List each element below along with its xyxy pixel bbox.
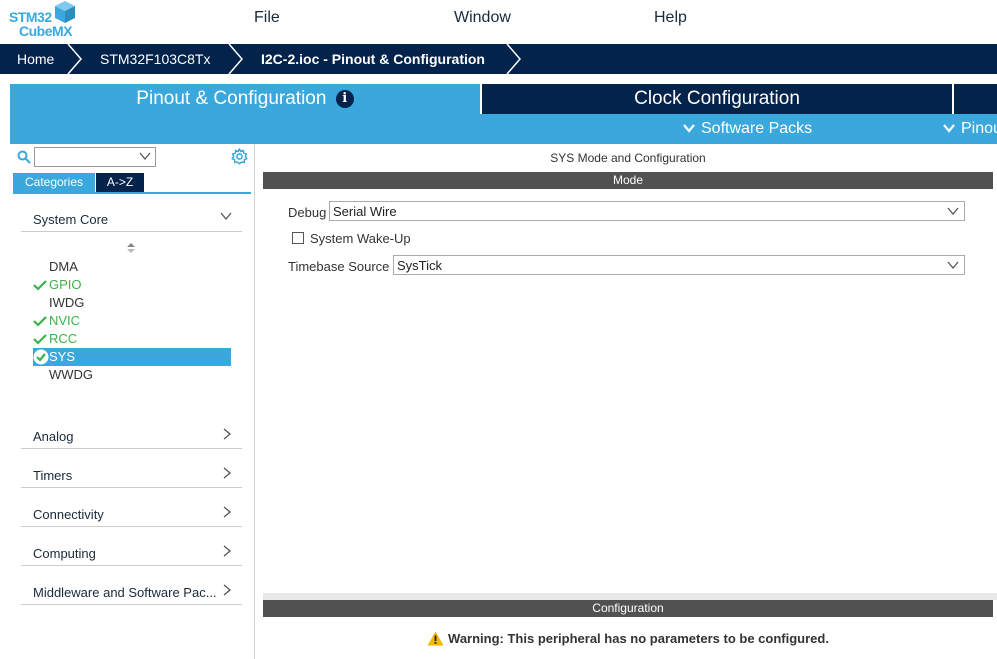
breadcrumb-separator-icon xyxy=(67,44,82,74)
debug-select[interactable]: Serial Wire xyxy=(329,201,965,221)
check-icon xyxy=(33,316,47,327)
warning-icon xyxy=(427,631,444,646)
tab-overflow[interactable] xyxy=(954,84,997,114)
cube-icon xyxy=(55,1,75,23)
check-icon xyxy=(33,334,47,345)
peripheral-item[interactable]: RCC xyxy=(33,330,231,348)
info-icon[interactable]: i xyxy=(335,90,354,108)
breadcrumb: Home STM32F103C8Tx I2C-2.ioc - Pinout & … xyxy=(0,44,997,74)
breadcrumb-separator-icon xyxy=(228,44,243,74)
panel-title: SYS Mode and Configuration xyxy=(550,151,706,165)
software-packs-label: Software Packs xyxy=(701,120,813,137)
category-item[interactable]: Analog xyxy=(21,421,242,449)
configuration-header: Configuration xyxy=(263,600,993,617)
category-label: Computing xyxy=(33,546,96,561)
menu-help[interactable]: Help xyxy=(654,9,687,27)
timebase-source-label: Timebase Source xyxy=(288,259,390,274)
peripheral-name: SYS xyxy=(49,349,76,364)
system-wakeup-checkbox[interactable] xyxy=(292,232,304,244)
logo-text-line2: CubeMX xyxy=(19,23,73,39)
menu-window[interactable]: Window xyxy=(454,9,511,27)
software-packs-menu[interactable]: Software Packs xyxy=(683,114,812,144)
category-label: Timers xyxy=(33,468,73,483)
search-input[interactable] xyxy=(34,147,156,167)
stm32cubemx-logo: STM32 CubeMX xyxy=(8,0,80,40)
category-label: Connectivity xyxy=(33,507,104,522)
splitter[interactable] xyxy=(263,593,997,600)
category-item[interactable]: Computing xyxy=(21,538,242,566)
peripheral-item[interactable]: DMA xyxy=(33,258,231,276)
tab-pinout-configuration[interactable]: Pinout & Configuration i xyxy=(10,84,480,114)
chevron-down-icon xyxy=(683,124,695,133)
mode-configuration-panel: SYS Mode and Configuration Mode Debug Se… xyxy=(263,144,997,659)
chevron-right-icon xyxy=(223,506,232,518)
breadcrumb-mcu[interactable]: STM32F103C8Tx xyxy=(100,44,210,74)
chevron-right-icon xyxy=(223,545,232,557)
warning-text: Warning: This peripheral has no paramete… xyxy=(448,631,829,646)
pinout-menu[interactable]: Pinout xyxy=(943,114,997,144)
tab-categories[interactable]: Categories xyxy=(13,173,95,192)
peripheral-item[interactable]: WWDG xyxy=(33,366,231,384)
category-label: Middleware and Software Pac... xyxy=(33,585,217,600)
category-label: System Core xyxy=(33,212,109,227)
category-panel: Categories A->Z System Core DMA GPIO IWDG N… xyxy=(10,144,255,659)
gear-icon[interactable] xyxy=(231,148,248,165)
category-label: Analog xyxy=(33,429,74,444)
peripheral-item[interactable]: GPIO xyxy=(33,276,231,294)
debug-select-value: Serial Wire xyxy=(333,204,397,219)
chevron-down-icon xyxy=(220,212,232,221)
debug-label: Debug xyxy=(288,205,327,220)
category-item[interactable]: Timers xyxy=(21,460,242,488)
chevron-right-icon xyxy=(223,584,232,596)
sub-toolbar: Software Packs Pinout xyxy=(10,114,997,144)
tab-pinout-label: Pinout & Configuration xyxy=(136,88,327,109)
menu-bar: STM32 CubeMX File Window Help xyxy=(0,0,997,44)
peripheral-item[interactable]: IWDG xyxy=(33,294,231,312)
peripheral-item[interactable]: NVIC xyxy=(33,312,231,330)
chevron-right-icon xyxy=(223,428,232,440)
check-icon xyxy=(33,280,47,291)
chevron-down-icon xyxy=(947,207,959,216)
peripheral-name: IWDG xyxy=(49,295,85,310)
tab-clock-label: Clock Configuration xyxy=(634,88,800,109)
breadcrumb-home[interactable]: Home xyxy=(17,44,54,74)
chevron-down-icon xyxy=(139,152,151,161)
chevron-down-icon xyxy=(943,124,955,133)
warning-message: Warning: This peripheral has no paramete… xyxy=(263,631,993,646)
menu-file[interactable]: File xyxy=(254,9,280,27)
chevron-down-icon xyxy=(947,261,959,270)
peripheral-name: RCC xyxy=(49,331,78,346)
timebase-source-select[interactable]: SysTick xyxy=(393,255,965,275)
chevron-right-icon xyxy=(223,467,232,479)
peripheral-name: WWDG xyxy=(49,367,94,382)
tab-underline xyxy=(13,192,251,194)
breadcrumb-project[interactable]: I2C-2.ioc - Pinout & Configuration xyxy=(261,44,485,74)
peripheral-name: GPIO xyxy=(49,277,82,292)
peripheral-name: DMA xyxy=(49,259,78,274)
category-item[interactable]: Middleware and Software Pac... xyxy=(21,577,242,605)
peripheral-name: NVIC xyxy=(49,313,81,328)
tab-clock-configuration[interactable]: Clock Configuration xyxy=(482,84,952,114)
tab-a-to-z[interactable]: A->Z xyxy=(96,173,144,192)
sort-icon[interactable] xyxy=(126,242,136,254)
check-circle-icon xyxy=(33,349,49,365)
search-icon[interactable] xyxy=(17,150,31,164)
timebase-select-value: SysTick xyxy=(397,258,443,273)
system-wakeup-label: System Wake-Up xyxy=(310,231,411,246)
breadcrumb-separator-icon xyxy=(506,44,521,74)
pinout-menu-label: Pinout xyxy=(961,120,997,137)
peripheral-item[interactable]: SYS xyxy=(33,348,231,366)
category-system-core[interactable]: System Core xyxy=(21,204,242,232)
category-item[interactable]: Connectivity xyxy=(21,499,242,527)
mode-header: Mode xyxy=(263,172,993,189)
